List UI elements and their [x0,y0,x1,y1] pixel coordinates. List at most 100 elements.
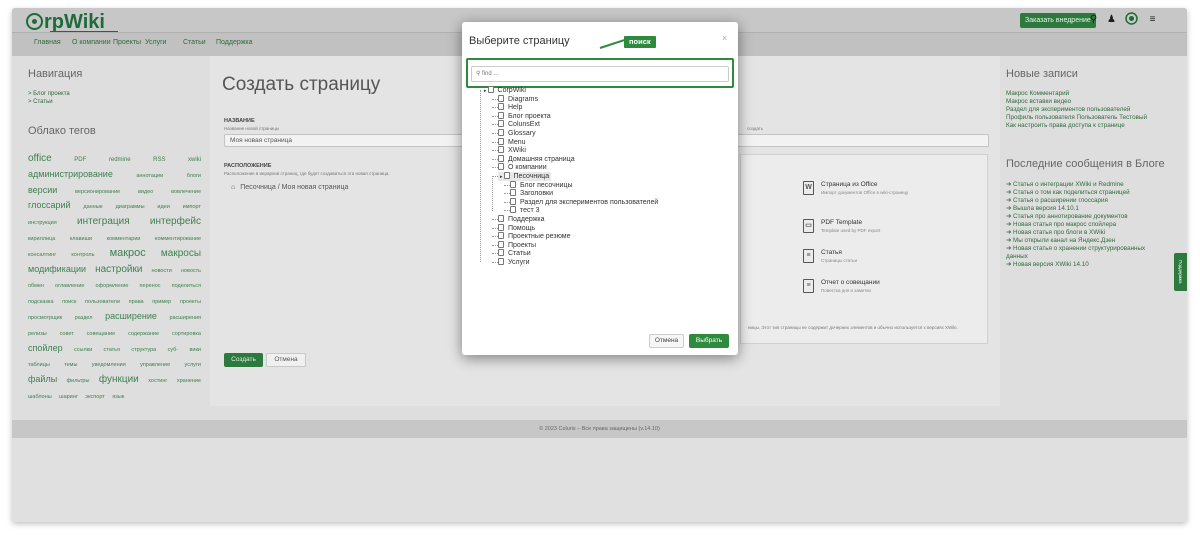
tag-link[interactable]: инструкция [28,220,57,226]
tag-link[interactable]: файлы [28,374,57,384]
tag-link[interactable]: PDF [74,157,86,163]
tag-link[interactable]: вовлечение [171,189,201,195]
tag-link[interactable]: пример [152,299,171,305]
nav-link-blog[interactable]: > Блог проекта [28,91,70,97]
tag-link[interactable]: совет [60,331,74,337]
nav-link-articles[interactable]: > Статьи [28,99,53,105]
tag-link[interactable]: язык [112,394,124,400]
tag-link[interactable]: релизы [28,331,47,337]
cancel-button[interactable]: Отмена [266,353,306,367]
nav-item[interactable]: Статьи [183,39,206,46]
tag-link[interactable]: диаграммы [116,204,145,210]
blog-link[interactable]: ➔ Статья о интеграции XWiki и Redmine [1006,181,1124,188]
tag-link[interactable]: идеи [157,204,169,210]
tag-link[interactable]: экспорт [85,394,105,400]
tag-link[interactable]: глоссарий [28,200,71,210]
tag-link[interactable]: таблицы [28,362,50,368]
tag-link[interactable]: обмен [28,283,44,289]
close-icon[interactable]: × [722,33,727,43]
tag-link[interactable]: перенос [140,283,161,289]
tag-link[interactable]: раздел [75,315,93,321]
tag-link[interactable]: макрос [110,247,146,259]
blog-link[interactable]: ➔ Новая статья про макрос спойлера [1006,221,1116,228]
recent-link[interactable]: Как настроить права доступа к странице [1006,122,1125,129]
tag-link[interactable]: уведомления [92,362,126,368]
tree-node[interactable]: Услуги [498,258,530,267]
tag-link[interactable]: новость [181,268,201,274]
tag-link[interactable]: оформление [96,283,129,289]
tag-link[interactable]: администрирование [28,169,113,179]
tag-link[interactable]: интерфейс [150,216,201,227]
blog-link[interactable]: ➔ Вышла версия 14.10.1 [1006,205,1079,212]
tag-link[interactable]: redmine [109,157,131,163]
tag-link[interactable]: хостинг [148,378,167,384]
tag-link[interactable]: пользователи [85,299,120,305]
tag-link[interactable]: статья [104,347,121,353]
tag-link[interactable]: услуги [185,362,201,368]
nav-item[interactable]: О компании [72,39,111,46]
nav-item[interactable]: Проекты [113,39,141,46]
tag-link[interactable]: интеграция [77,216,130,227]
nav-item[interactable]: Главная [34,39,61,46]
search-icon[interactable]: ⚲ [1087,13,1100,27]
recent-link[interactable]: Профиль пользователя Пользователь Тестов… [1006,114,1147,121]
blog-link[interactable]: ➔ Новая статья о хранении структурирован… [1006,245,1145,252]
tag-link[interactable]: права [129,299,144,305]
tag-link[interactable]: xwiki [188,157,201,163]
tag-link[interactable]: новости [151,268,171,274]
tag-link[interactable]: хранение [177,378,201,384]
tag-link[interactable]: настройки [95,264,142,275]
tag-link[interactable]: макросы [161,248,201,259]
recent-link[interactable]: Макрос Комментарий [1006,90,1069,97]
tag-link[interactable]: структура [131,347,156,353]
tag-link[interactable]: версии [28,185,57,195]
dialog-select-button[interactable]: Выбрать [689,334,729,348]
tag-link[interactable]: управление [140,362,170,368]
tag-link[interactable]: клавиши [70,236,92,242]
dialog-cancel-button[interactable]: Отмена [649,334,684,348]
tag-link[interactable]: импорт [183,204,201,210]
tag-link[interactable]: просмотрщик [28,315,62,321]
tag-link[interactable]: RSS [153,157,165,163]
tag-link[interactable]: модификации [28,264,86,274]
blog-link[interactable]: ➔ Статья о том как поделиться страницей [1006,189,1130,196]
tag-link[interactable]: оглавление [55,283,84,289]
search-input[interactable] [471,66,729,82]
tag-link[interactable]: расширения [169,315,201,321]
tag-link[interactable]: сортировка [172,331,201,337]
template-meeting[interactable]: ≡ Отчет о совещании Повестка дня и заметки [803,279,983,299]
tag-link[interactable]: расширение [105,311,157,321]
nav-item[interactable]: Услуги [145,39,167,46]
tag-link[interactable]: темы [64,362,77,368]
bell-icon[interactable]: ♟ [1105,13,1118,27]
tag-link[interactable]: ссылки [74,347,92,353]
tag-link[interactable]: версионирование [75,189,120,195]
tag-link[interactable]: видео [138,189,153,195]
tag-link[interactable]: аннотации [136,173,163,179]
tag-link[interactable]: поиск [62,299,76,305]
blog-link[interactable]: данных [1006,253,1028,260]
menu-icon[interactable]: ≡ [1146,13,1159,27]
tag-link[interactable]: суб- [168,347,179,353]
tag-link[interactable]: шаблоны [28,394,52,400]
blog-link[interactable]: ➔ Новая версия XWiki 14.10 [1006,261,1089,268]
tag-link[interactable]: office [28,153,52,164]
expand-toggle-icon[interactable]: ▸ [500,174,503,180]
tag-link[interactable]: комментирование [155,236,201,242]
expand-toggle-icon[interactable]: ▸ [484,88,487,94]
template-office[interactable]: W Страница из Office Импорт документов Off… [803,181,983,201]
tag-link[interactable]: шаринг [59,394,78,400]
blog-link[interactable]: ➔ Новая статья про блоги в XWiki [1006,229,1105,236]
tag-link[interactable]: поделиться [172,283,201,289]
globe-icon[interactable] [1125,12,1138,26]
blog-link[interactable]: ➔ Статья про аннотирование документов [1006,213,1128,220]
tag-link[interactable]: кириллица [28,236,55,242]
tag-link[interactable]: совещание [87,331,116,337]
recent-link[interactable]: Раздел для экспериментов пользователей [1006,106,1130,113]
create-button[interactable]: Создать [224,353,263,367]
nav-item[interactable]: Поддержка [216,39,253,46]
tag-link[interactable]: данные [83,204,102,210]
template-article[interactable]: ≡ Статья Страницы статьи [803,249,983,269]
tag-link[interactable]: спойлер [28,343,63,353]
location-breadcrumb[interactable]: ⌂ Песочница / Моя новая страница [231,184,471,196]
